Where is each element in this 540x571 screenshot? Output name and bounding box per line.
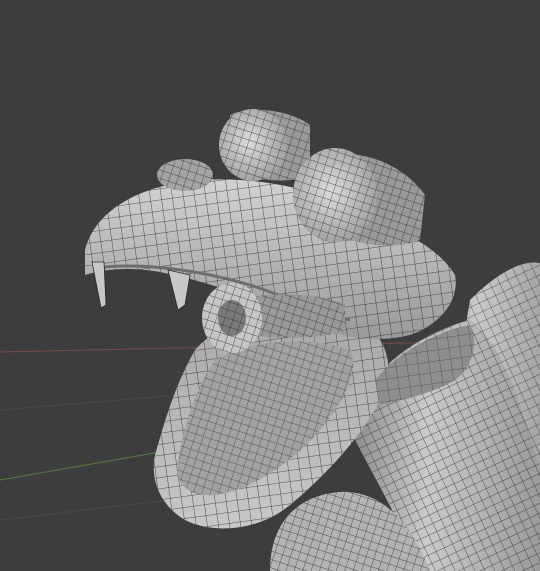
right-fang (167, 269, 191, 311)
eye-right (293, 148, 425, 246)
eye-left (219, 109, 310, 181)
left-fang (91, 261, 107, 309)
grid-line (0, 499, 171, 521)
grid-line (0, 394, 181, 411)
eye-back (157, 159, 213, 191)
3d-viewport[interactable] (0, 0, 540, 571)
viewport-canvas[interactable] (0, 0, 540, 571)
